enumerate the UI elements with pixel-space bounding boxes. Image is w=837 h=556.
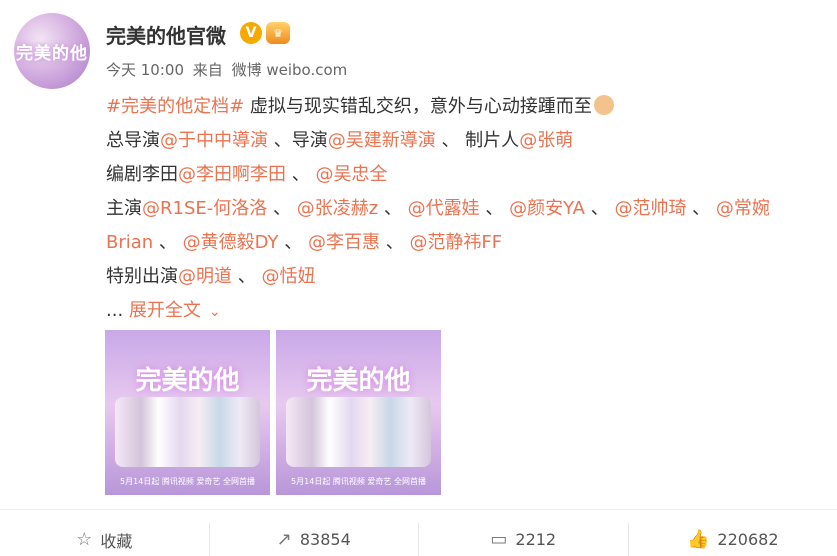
mention-link[interactable]: @常婉 (716, 198, 770, 219)
post-text-segment: 、 (686, 198, 716, 219)
mention-link[interactable]: @R1SE-何洛洛 (142, 198, 267, 219)
favorite-button[interactable]: ☆ 收藏 (0, 523, 209, 556)
share-icon: ↗ (276, 529, 292, 550)
poster-cast-group (286, 397, 431, 467)
post-text-segment: 、 制片人 (435, 130, 520, 151)
ellipsis: ... (106, 300, 124, 321)
poster-title: 完美的他 (306, 366, 411, 396)
post-text-segment: 、 (479, 198, 510, 219)
chevron-down-icon[interactable]: ⌄ (209, 295, 221, 328)
poster-title: 完美的他 (135, 366, 240, 396)
post-line-2: 总导演@于中中導演 、导演@吴建新導演 、 制片人@张萌 (106, 124, 837, 158)
like-button[interactable]: 👍 220682 (627, 523, 837, 556)
post-text-segment: 、 (379, 232, 410, 253)
post-text-segment: 特别出演 (106, 266, 178, 287)
post-text-segment: 编剧李田 (106, 164, 178, 185)
post-line-4: 主演@R1SE-何洛洛 、 @张凌赫z 、 @代露娃 、 @颜安YA 、 @范帅… (106, 192, 837, 226)
post-from-label: 来自 (192, 61, 223, 79)
mention-link[interactable]: @范静祎FF (409, 232, 502, 253)
mention-link[interactable]: @明道 (178, 266, 232, 287)
poster-cast-group (115, 397, 260, 467)
mention-link[interactable]: @范帅琦 (614, 198, 686, 219)
post-text-segment: 、 (153, 232, 183, 253)
post-meta: 今天 10:00 来自 微博 weibo.com (106, 59, 351, 80)
favorite-label: 收藏 (100, 531, 133, 551)
star-icon: ☆ (76, 529, 93, 550)
post-toolbar: ☆ 收藏 ↗ 83854 ▭ 2212 👍 220682 (0, 523, 837, 556)
post-text-segment: 总导演 (106, 130, 160, 151)
expand-full-text-link[interactable]: 展开全文 (129, 300, 201, 321)
mention-link[interactable]: @恬妞 (261, 266, 315, 287)
account-name[interactable]: 完美的他官微 (106, 20, 226, 49)
post-image-1[interactable]: 完美的他 5月14日起 腾讯视频 爱奇艺 全网首播 (105, 330, 270, 495)
comment-icon: ▭ (490, 529, 508, 550)
mention-link[interactable]: @李田啊李田 (178, 164, 286, 185)
hashtag-link[interactable]: #完美的他定档# (106, 96, 244, 117)
post-text-segment: 主演 (106, 198, 142, 219)
post-line-6: 特别出演@明道 、 @恬妞 (106, 260, 837, 294)
poster-credits: 5月14日起 腾讯视频 爱奇艺 全网首播 (291, 477, 426, 486)
mention-link[interactable]: @代露娃 (408, 198, 480, 219)
avatar-logo-text: 完美的他 (16, 43, 88, 64)
post-line-3: 编剧李田@李田啊李田 、 @吴忠全 (106, 158, 837, 192)
comment-button[interactable]: ▭ 2212 (418, 523, 628, 556)
post-text-segment: 虚拟与现实错乱交织，意外与心动接踵而至 (244, 96, 592, 117)
post-source[interactable]: 微博 weibo.com (232, 61, 348, 79)
mention-link[interactable]: Brian (106, 232, 153, 253)
vip-badge-icon: ♛ (266, 22, 290, 44)
mention-link[interactable]: @吴建新導演 (328, 130, 436, 151)
mention-link[interactable]: @于中中導演 (160, 130, 268, 151)
post-line-5: Brian 、 @黄德毅DY 、 @李百惠 、 @范静祎FF (106, 226, 837, 260)
post-text-segment: 、 (378, 198, 408, 219)
share-count: 83854 (299, 530, 351, 549)
comment-count: 2212 (515, 530, 557, 549)
mention-link[interactable]: @张凌赫z (297, 198, 378, 219)
post-text-segment: 、 (232, 266, 262, 287)
verified-badge-icon: V (240, 22, 262, 44)
post-time[interactable]: 今天 10:00 (106, 61, 184, 79)
post-image-2[interactable]: 完美的他 5月14日起 腾讯视频 爱奇艺 全网首播 (276, 330, 441, 495)
post-text-segment: 、 (585, 198, 615, 219)
mention-link[interactable]: @吴忠全 (315, 164, 387, 185)
mention-link[interactable]: @黄德毅DY (183, 232, 279, 253)
post-text-segment: 、导演 (268, 130, 328, 151)
mention-link[interactable]: @李百惠 (308, 232, 380, 253)
post-line-7: ... 展开全文 ⌄ (106, 294, 837, 328)
mention-link[interactable]: @张萌 (519, 130, 573, 151)
thumb-up-icon: 👍 (687, 529, 710, 550)
mention-link[interactable]: @颜安YA (509, 198, 585, 219)
post-text-segment: 、 (267, 198, 297, 219)
post-text-segment: 、 (278, 232, 308, 253)
emoji-icon (593, 95, 614, 115)
avatar[interactable]: 完美的他 (14, 13, 90, 89)
share-button[interactable]: ↗ 83854 (208, 523, 419, 556)
post-text: #完美的他定档# 虚拟与现实错乱交织，意外与心动接踵而至 总导演@于中中導演 、… (106, 90, 837, 328)
toolbar-divider (0, 509, 837, 510)
poster-credits: 5月14日起 腾讯视频 爱奇艺 全网首播 (120, 477, 255, 486)
like-count: 220682 (717, 530, 779, 549)
post-line-1: #完美的他定档# 虚拟与现实错乱交织，意外与心动接踵而至 (106, 90, 837, 124)
post-text-segment: 、 (286, 164, 316, 185)
